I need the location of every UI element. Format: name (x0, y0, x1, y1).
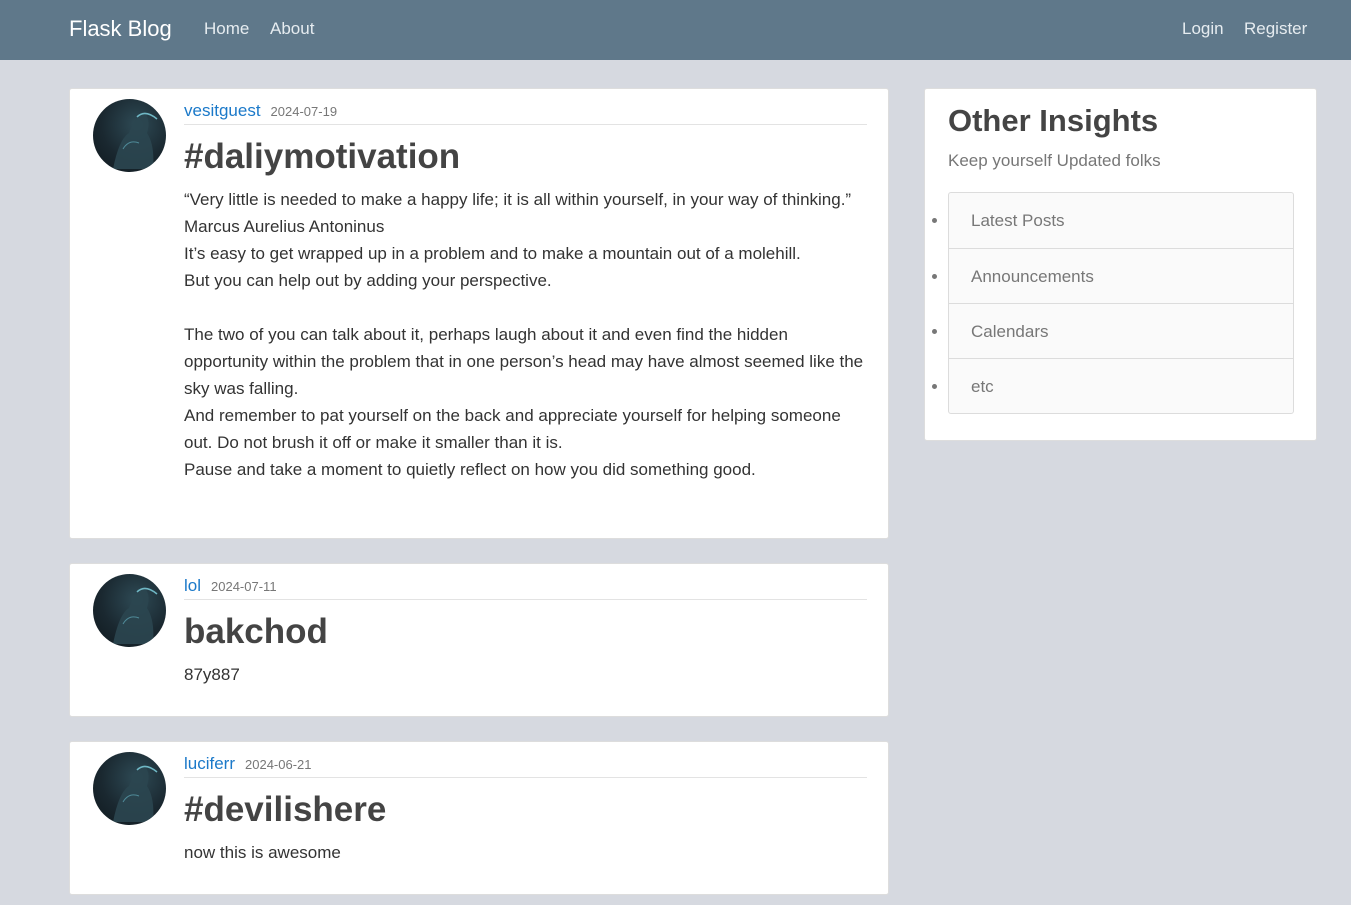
post-card: luciferr 2024-06-21 #devilishere now this… (69, 741, 889, 895)
sidebar-list: Latest Posts Announcements Calendars etc (948, 192, 1294, 414)
post-date: 2024-07-19 (270, 104, 338, 119)
sidebar-item-etc[interactable]: etc (949, 358, 1293, 413)
post-content-line: The two of you can talk about it, perhap… (184, 325, 864, 398)
post-meta: lol 2024-07-11 (184, 576, 867, 600)
post-date: 2024-07-11 (211, 579, 277, 594)
post-content-line: Marcus Aurelius Antoninus (184, 217, 385, 236)
post-date: 2024-06-21 (245, 757, 312, 772)
post-title-link[interactable]: #devilishere (184, 789, 386, 831)
post-content-line: now this is awesome (184, 843, 341, 862)
avatar-image-icon (113, 587, 158, 644)
post-title-link[interactable]: #daliymotivation (184, 136, 460, 178)
post-title-link[interactable]: bakchod (184, 611, 328, 653)
sidebar-item-latest-posts[interactable]: Latest Posts (949, 193, 1293, 248)
sidebar-item-calendars[interactable]: Calendars (949, 303, 1293, 358)
post-content-line: It’s easy to get wrapped up in a problem… (184, 244, 801, 263)
post-content-line: Pause and take a moment to quietly refle… (184, 460, 756, 479)
post-content-line: But you can help out by adding your pers… (184, 271, 552, 290)
nav-register-link[interactable]: Register (1244, 18, 1307, 40)
post-author-link[interactable]: lol (184, 576, 201, 595)
avatar (93, 574, 166, 647)
post-author-link[interactable]: vesitguest (184, 101, 261, 120)
post-content: now this is awesome (184, 839, 864, 866)
avatar-image-icon (113, 112, 158, 169)
post-content: “Very little is needed to make a happy l… (184, 186, 864, 483)
sidebar-card: Other Insights Keep yourself Updated fol… (924, 88, 1317, 441)
avatar (93, 99, 166, 172)
post-content-line: “Very little is needed to make a happy l… (184, 190, 852, 209)
post-author-link[interactable]: luciferr (184, 754, 235, 773)
sidebar-subtitle: Keep yourself Updated folks (948, 151, 1161, 170)
sidebar-item-announcements[interactable]: Announcements (949, 248, 1293, 303)
avatar (93, 752, 166, 825)
post-content-blank-line (184, 294, 864, 321)
post-content-line: 87y887 (184, 665, 240, 684)
post-card: lol 2024-07-11 bakchod 87y887 (69, 563, 889, 717)
nav-login-link[interactable]: Login (1182, 18, 1224, 40)
post-card: vesitguest 2024-07-19 #daliymotivation “V… (69, 88, 889, 539)
brand-link[interactable]: Flask Blog (69, 16, 172, 42)
post-content: 87y887 (184, 661, 864, 688)
avatar-image-icon (113, 765, 158, 822)
sidebar-title: Other Insights (948, 103, 1159, 138)
nav-home-link[interactable]: Home (204, 18, 249, 40)
top-navbar: Flask Blog Home About Login Register (0, 0, 1351, 60)
post-content-line: And remember to pat yourself on the back… (184, 406, 841, 452)
post-meta: vesitguest 2024-07-19 (184, 101, 867, 125)
post-meta: luciferr 2024-06-21 (184, 754, 867, 778)
nav-about-link[interactable]: About (270, 18, 314, 40)
